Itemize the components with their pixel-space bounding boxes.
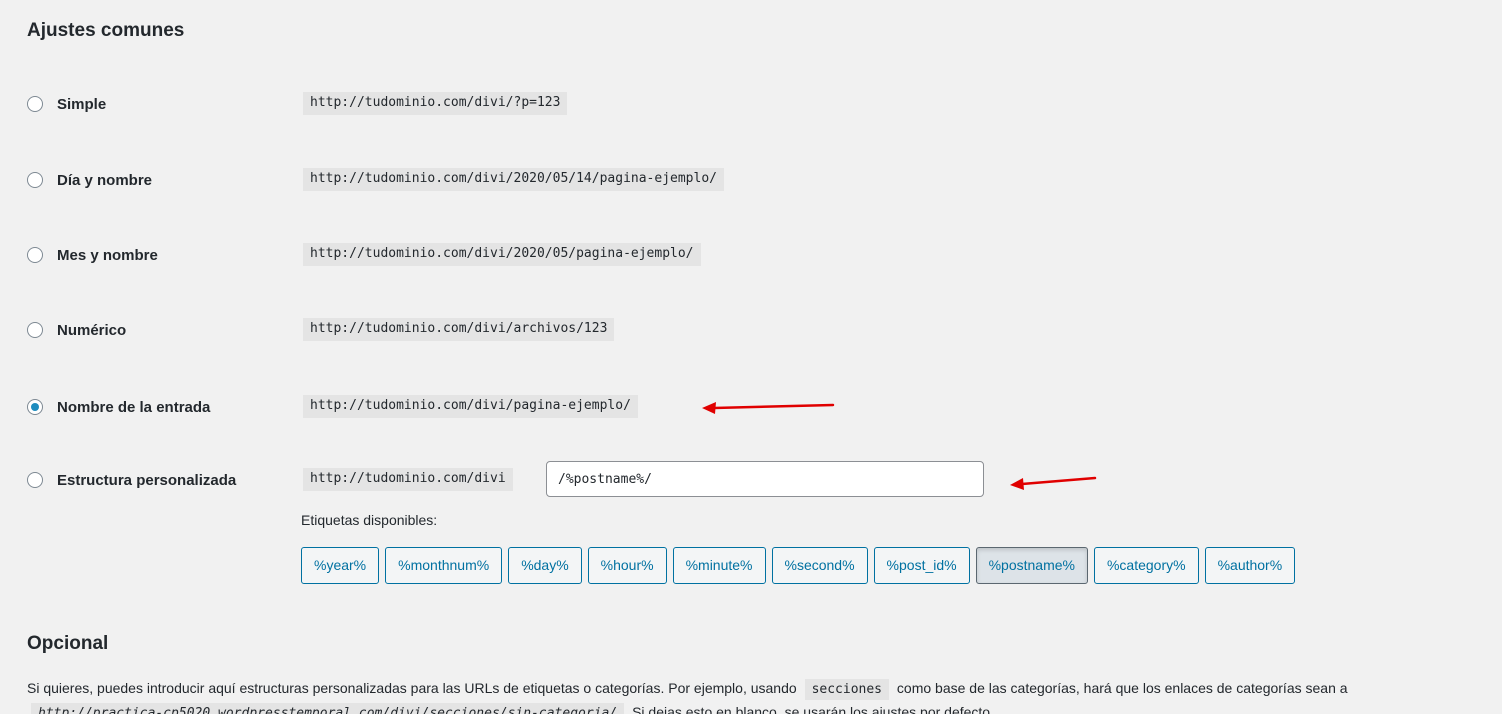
- radio-custom[interactable]: [27, 472, 43, 488]
- inline-code-url: http://practica-cp5020.wordpresstemporal…: [31, 703, 625, 714]
- option-label[interactable]: Día y nombre: [57, 172, 152, 189]
- tag-button-postname[interactable]: %postname%: [975, 547, 1088, 584]
- radio-numeric[interactable]: [27, 322, 43, 338]
- tag-button-post-id[interactable]: %post_id%: [873, 547, 970, 584]
- available-tags-label: Etiquetas disponibles:: [301, 512, 438, 528]
- option-label[interactable]: Mes y nombre: [57, 247, 158, 264]
- inline-code-example: secciones: [804, 679, 890, 700]
- tag-button-hour[interactable]: %hour%: [587, 547, 667, 584]
- example-url: http://tudominio.com/divi/2020/05/pagina…: [303, 243, 701, 266]
- permalink-settings-page: Ajustes comunes Simple http://tudominio.…: [0, 0, 1502, 714]
- tag-button-year[interactable]: %year%: [301, 547, 380, 584]
- radio-post-name[interactable]: [27, 399, 43, 415]
- option-label[interactable]: Estructura personalizada: [57, 472, 236, 489]
- tag-button-day[interactable]: %day%: [508, 547, 582, 584]
- red-arrow-icon: [1010, 476, 1097, 490]
- radio-simple[interactable]: [27, 96, 43, 112]
- tag-button-monthnum[interactable]: %monthnum%: [385, 547, 503, 584]
- option-label[interactable]: Nombre de la entrada: [57, 399, 210, 416]
- section-title-common: Ajustes comunes: [27, 20, 185, 41]
- custom-base-url: http://tudominio.com/divi: [303, 468, 513, 491]
- description-text: Si quieres, puedes introducir aquí estru…: [27, 680, 797, 696]
- option-row-custom[interactable]: Estructura personalizada http://tudomini…: [27, 461, 1427, 497]
- option-label[interactable]: Numérico: [57, 322, 126, 339]
- description-text: Si dejas esto en blanco, se usarán los a…: [632, 704, 994, 714]
- example-url: http://tudominio.com/divi/?p=123: [303, 92, 568, 115]
- custom-structure-input[interactable]: [546, 461, 984, 497]
- red-arrow-icon: [702, 402, 835, 414]
- tag-button-author[interactable]: %author%: [1204, 547, 1296, 584]
- tag-button-category[interactable]: %category%: [1093, 547, 1199, 584]
- option-row-day-name[interactable]: Día y nombre http://tudominio.com/divi/2…: [27, 168, 1427, 194]
- example-url: http://tudominio.com/divi/2020/05/14/pag…: [303, 168, 724, 191]
- example-url: http://tudominio.com/divi/pagina-ejemplo…: [303, 395, 638, 418]
- option-row-month-name[interactable]: Mes y nombre http://tudominio.com/divi/2…: [27, 243, 1427, 269]
- option-row-simple[interactable]: Simple http://tudominio.com/divi/?p=123: [27, 92, 1427, 118]
- option-label[interactable]: Simple: [57, 96, 106, 113]
- section-title-optional: Opcional: [27, 633, 109, 654]
- optional-description-line2: http://practica-cp5020.wordpresstemporal…: [27, 703, 994, 714]
- tag-button-minute[interactable]: %minute%: [672, 547, 766, 584]
- available-tags-list: %year% %monthnum% %day% %hour% %minute% …: [301, 547, 1296, 584]
- radio-month-name[interactable]: [27, 247, 43, 263]
- description-text: como base de las categorías, hará que lo…: [896, 680, 1348, 696]
- option-row-numeric[interactable]: Numérico http://tudominio.com/divi/archi…: [27, 318, 1427, 344]
- tag-button-second[interactable]: %second%: [771, 547, 868, 584]
- optional-description: Si quieres, puedes introducir aquí estru…: [27, 679, 1348, 700]
- radio-day-name[interactable]: [27, 172, 43, 188]
- example-url: http://tudominio.com/divi/archivos/123: [303, 318, 615, 341]
